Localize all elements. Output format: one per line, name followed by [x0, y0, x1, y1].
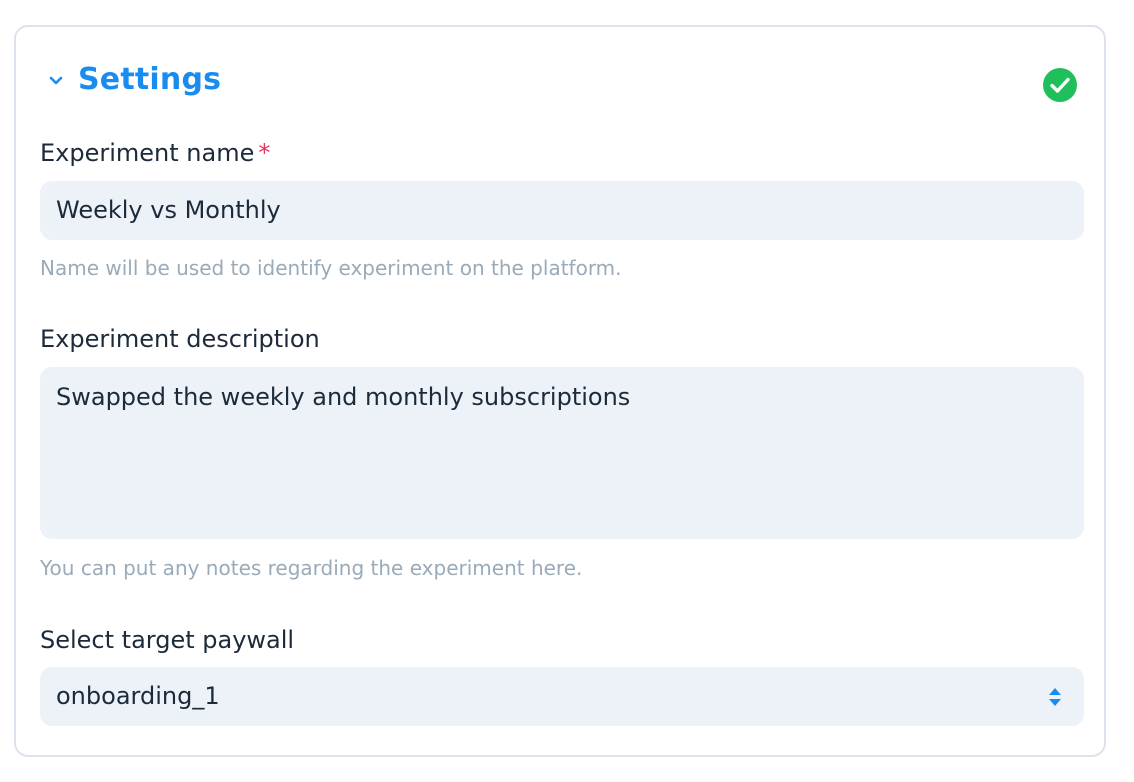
experiment-name-label-text: Experiment name [40, 139, 255, 167]
experiment-description-textarea[interactable]: Swapped the weekly and monthly subscript… [40, 367, 1084, 539]
experiment-name-label: Experiment name * [40, 139, 270, 167]
experiment-description-help: You can put any notes regarding the expe… [40, 556, 583, 580]
target-paywall-label: Select target paywall [40, 626, 295, 654]
target-paywall-select[interactable]: onboarding_1 [40, 667, 1084, 726]
required-marker: * [258, 139, 271, 167]
chevron-down-icon[interactable] [46, 71, 66, 91]
check-circle-icon [1043, 68, 1077, 102]
sort-arrows-icon [1049, 688, 1061, 706]
settings-header[interactable]: Settings [42, 62, 1078, 105]
target-paywall-value: onboarding_1 [56, 682, 220, 710]
experiment-name-input[interactable]: Weekly vs Monthly [40, 181, 1084, 240]
section-title[interactable]: Settings [78, 62, 221, 97]
experiment-name-help: Name will be used to identify experiment… [40, 256, 622, 280]
settings-card: Settings Experiment name * Weekly vs Mont… [14, 25, 1106, 757]
experiment-description-label: Experiment description [40, 325, 320, 353]
